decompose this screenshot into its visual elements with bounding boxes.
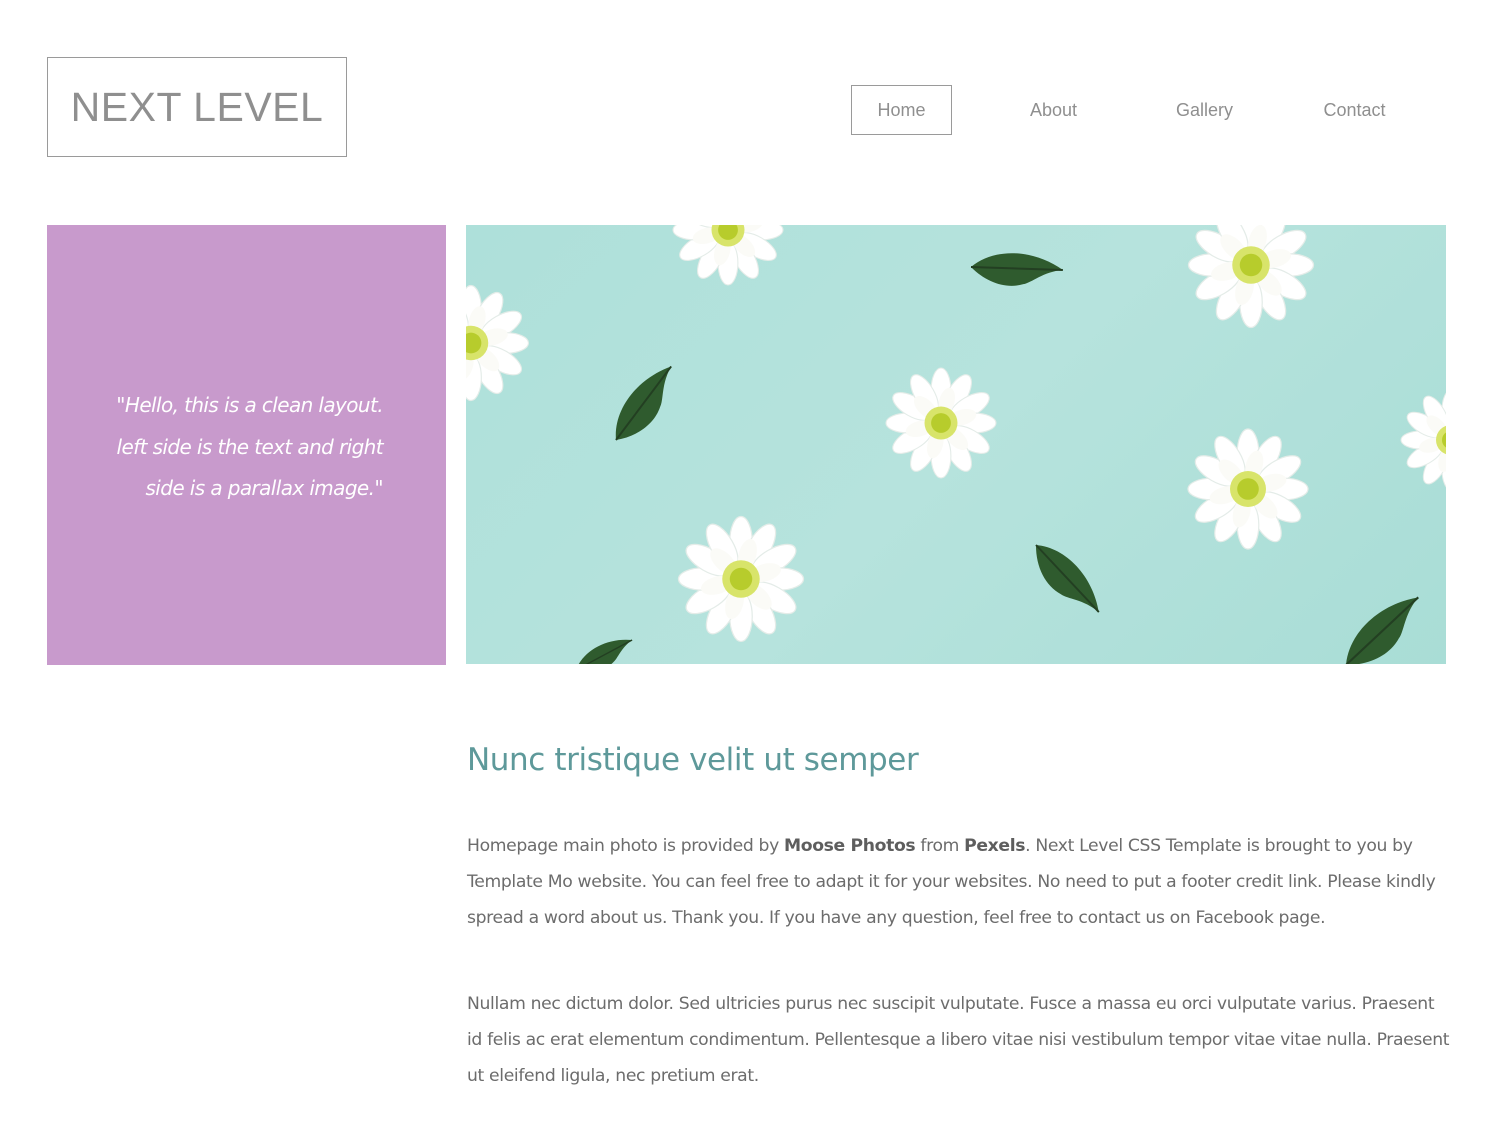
text-segment: Homepage main photo is provided by xyxy=(467,836,784,856)
hero-quote: "Hello, this is a clean layout. left sid… xyxy=(83,385,383,510)
nav-home[interactable]: Home xyxy=(851,85,952,135)
quote-line: "Hello, this is a clean layout. xyxy=(116,393,383,417)
main-nav: Home About Gallery Contact xyxy=(0,85,1498,137)
intro-paragraph: Homepage main photo is provided by Moose… xyxy=(467,828,1452,936)
credit-moose-photos: Moose Photos xyxy=(784,836,916,856)
flowers-photo-icon xyxy=(466,225,1446,664)
quote-line: side is a parallax image." xyxy=(145,476,383,500)
quote-line: left side is the text and right xyxy=(116,434,383,459)
nav-about[interactable]: About xyxy=(1003,85,1104,135)
nav-contact[interactable]: Contact xyxy=(1304,85,1405,135)
text-segment: from xyxy=(915,836,965,856)
nav-gallery[interactable]: Gallery xyxy=(1154,85,1255,135)
quote-panel: "Hello, this is a clean layout. left sid… xyxy=(47,225,446,665)
section-heading: Nunc tristique velit ut semper xyxy=(467,742,919,778)
credit-pexels: Pexels xyxy=(964,836,1026,856)
hero-image xyxy=(466,225,1446,664)
body-paragraph: Nullam nec dictum dolor. Sed ultricies p… xyxy=(467,994,1450,1086)
